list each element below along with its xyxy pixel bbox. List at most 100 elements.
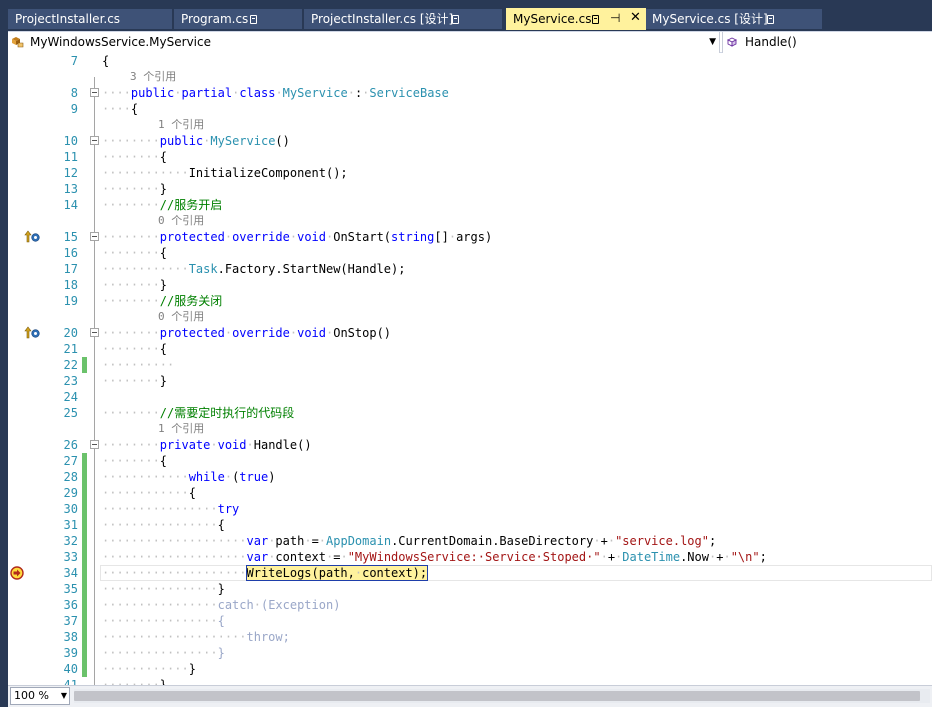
collapse-outline-icon[interactable] xyxy=(90,328,99,337)
pin-icon[interactable] xyxy=(250,15,257,24)
tab-myservice-cs[interactable]: MyService.cs ⊣ ✕ xyxy=(506,8,646,30)
override-glyph-icon[interactable] xyxy=(24,326,40,340)
code-line[interactable]: 13 ········} xyxy=(8,181,932,197)
code-text[interactable]: ········protected·override·void·OnStart(… xyxy=(102,229,492,245)
code-line[interactable]: 10 ········public·MyService() xyxy=(8,133,932,149)
code-text[interactable]: ············InitializeComponent(); xyxy=(102,165,348,181)
code-text[interactable]: ········{ xyxy=(102,149,167,165)
code-line[interactable]: 32 ····················var·path·=·AppDoma… xyxy=(8,533,932,549)
collapse-outline-icon[interactable] xyxy=(90,440,99,449)
code-text[interactable]: ················try xyxy=(102,501,239,517)
code-text[interactable]: ········{ xyxy=(102,453,167,469)
code-line[interactable]: 25 ········//需要定时执行的代码段 xyxy=(8,405,932,421)
code-text[interactable]: ················{ xyxy=(102,517,225,533)
code-line[interactable]: 18 ········} xyxy=(8,277,932,293)
code-line[interactable]: 24 xyxy=(8,389,932,405)
code-line[interactable]: 22 ·········· xyxy=(8,357,932,373)
code-line[interactable]: 8 ····public·partial·class·MyService·:·Se… xyxy=(8,85,932,101)
code-line[interactable]: 20 ········protected·override·void·OnStop… xyxy=(8,325,932,341)
member-dropdown[interactable]: Handle() xyxy=(722,32,932,53)
code-text[interactable]: ····{ xyxy=(102,101,138,117)
tab-program-cs[interactable]: Program.cs xyxy=(174,9,302,29)
code-text[interactable]: ········//服务开启 xyxy=(102,197,222,213)
code-text[interactable]: ····················throw; xyxy=(102,629,290,645)
code-line[interactable]: 29 ············{ xyxy=(8,485,932,501)
code-line[interactable]: 39 ················} xyxy=(8,645,932,661)
code-text[interactable]: ····················var·path·=·AppDomain… xyxy=(102,533,716,549)
codelens-reference-count[interactable]: 3 个引用 xyxy=(130,69,176,85)
code-line[interactable]: 26 ········private·void·Handle() xyxy=(8,437,932,453)
code-line[interactable]: 21 ········{ xyxy=(8,341,932,357)
zoom-dropdown[interactable]: 100 % ▼ xyxy=(10,687,70,705)
tab-projectinstaller-designer[interactable]: ProjectInstaller.cs [设计] xyxy=(304,9,502,29)
pin-icon[interactable] xyxy=(452,15,459,24)
pin-icon[interactable] xyxy=(592,15,599,24)
code-text[interactable]: ····················var·context·=·"MyWin… xyxy=(102,549,767,565)
code-line[interactable]: 36 ················catch·(Exception) xyxy=(8,597,932,613)
code-line[interactable]: 15 ········protected·override·void·OnStar… xyxy=(8,229,932,245)
code-line[interactable]: 16 ········{ xyxy=(8,245,932,261)
code-line[interactable]: 41 ········} xyxy=(8,677,932,685)
code-text[interactable]: ········//需要定时执行的代码段 xyxy=(102,405,294,421)
line-number: 30 xyxy=(63,502,78,516)
code-text[interactable]: ····················WriteLogs(path,·cont… xyxy=(102,565,429,581)
pin-icon[interactable] xyxy=(767,15,774,24)
code-line[interactable]: 31 ················{ xyxy=(8,517,932,533)
code-line[interactable]: 30 ················try xyxy=(8,501,932,517)
code-line[interactable]: 9 ····{ xyxy=(8,101,932,117)
code-line[interactable]: 35 ················} xyxy=(8,581,932,597)
code-text[interactable]: ········{ xyxy=(102,341,167,357)
code-text[interactable]: ·········· xyxy=(102,357,174,373)
codelens-reference-count[interactable]: 0 个引用 xyxy=(158,309,204,325)
code-text[interactable]: ········protected·override·void·OnStop() xyxy=(102,325,391,341)
code-text[interactable]: ················} xyxy=(102,645,225,661)
scrollbar-thumb[interactable] xyxy=(74,691,920,701)
code-line[interactable]: 14 ········//服务开启 xyxy=(8,197,932,213)
code-line[interactable]: 34 ····················WriteLogs(path,·co… xyxy=(8,565,932,581)
code-line[interactable]: 17 ············Task.Factory.StartNew(Hand… xyxy=(8,261,932,277)
code-text[interactable]: ················catch·(Exception) xyxy=(102,597,340,613)
code-text[interactable]: ····public·partial·class·MyService·:·Ser… xyxy=(102,85,449,101)
code-line[interactable]: 33 ····················var·context·=·"MyW… xyxy=(8,549,932,565)
type-dropdown[interactable]: MyWindowsService.MyService ▼ xyxy=(8,32,720,53)
tab-myservice-designer[interactable]: MyService.cs [设计] xyxy=(646,9,822,29)
code-text[interactable]: ········} xyxy=(102,181,167,197)
code-line[interactable]: 19 ········//服务关闭 xyxy=(8,293,932,309)
code-text[interactable]: ············{ xyxy=(102,485,196,501)
collapse-outline-icon[interactable] xyxy=(90,136,99,145)
code-text[interactable]: { xyxy=(102,53,109,69)
code-line[interactable]: 40 ············} xyxy=(8,661,932,677)
code-text[interactable]: ········} xyxy=(102,373,167,389)
collapse-outline-icon[interactable] xyxy=(90,88,99,97)
tab-projectinstaller-cs[interactable]: ProjectInstaller.cs xyxy=(8,9,172,29)
code-text[interactable]: ········{ xyxy=(102,245,167,261)
current-statement-arrow-icon[interactable] xyxy=(10,566,26,580)
code-text[interactable]: ················} xyxy=(102,581,225,597)
code-text[interactable]: ········} xyxy=(102,277,167,293)
code-line[interactable]: 37 ················{ xyxy=(8,613,932,629)
code-line[interactable]: 12 ············InitializeComponent(); xyxy=(8,165,932,181)
codelens-reference-count[interactable]: 1 个引用 xyxy=(158,117,204,133)
close-icon[interactable]: ✕ xyxy=(630,8,641,28)
override-glyph-icon[interactable] xyxy=(24,230,40,244)
code-text[interactable]: ········private·void·Handle() xyxy=(102,437,312,453)
codelens-reference-count[interactable]: 0 个引用 xyxy=(158,213,204,229)
code-editor[interactable]: 7{3 个引用 8 ····public·partial·class·MyServi… xyxy=(8,53,932,685)
horizontal-scrollbar[interactable] xyxy=(74,689,930,703)
code-text[interactable]: ············} xyxy=(102,661,196,677)
dock-icon[interactable]: ⊣ xyxy=(610,8,620,28)
code-line[interactable]: 11 ········{ xyxy=(8,149,932,165)
code-text[interactable]: ············while·(true) xyxy=(102,469,275,485)
code-line[interactable]: 28 ············while·(true) xyxy=(8,469,932,485)
collapse-outline-icon[interactable] xyxy=(90,232,99,241)
code-line[interactable]: 27 ········{ xyxy=(8,453,932,469)
code-line[interactable]: 7{ xyxy=(8,53,932,69)
code-text[interactable]: ············Task.Factory.StartNew(Handle… xyxy=(102,261,405,277)
code-text[interactable]: ················{ xyxy=(102,613,225,629)
codelens-reference-count[interactable]: 1 个引用 xyxy=(158,421,204,437)
code-text[interactable]: ········public·MyService() xyxy=(102,133,290,149)
code-text[interactable]: ········} xyxy=(102,677,167,685)
code-line[interactable]: 23 ········} xyxy=(8,373,932,389)
code-text[interactable]: ········//服务关闭 xyxy=(102,293,222,309)
code-line[interactable]: 38 ····················throw; xyxy=(8,629,932,645)
